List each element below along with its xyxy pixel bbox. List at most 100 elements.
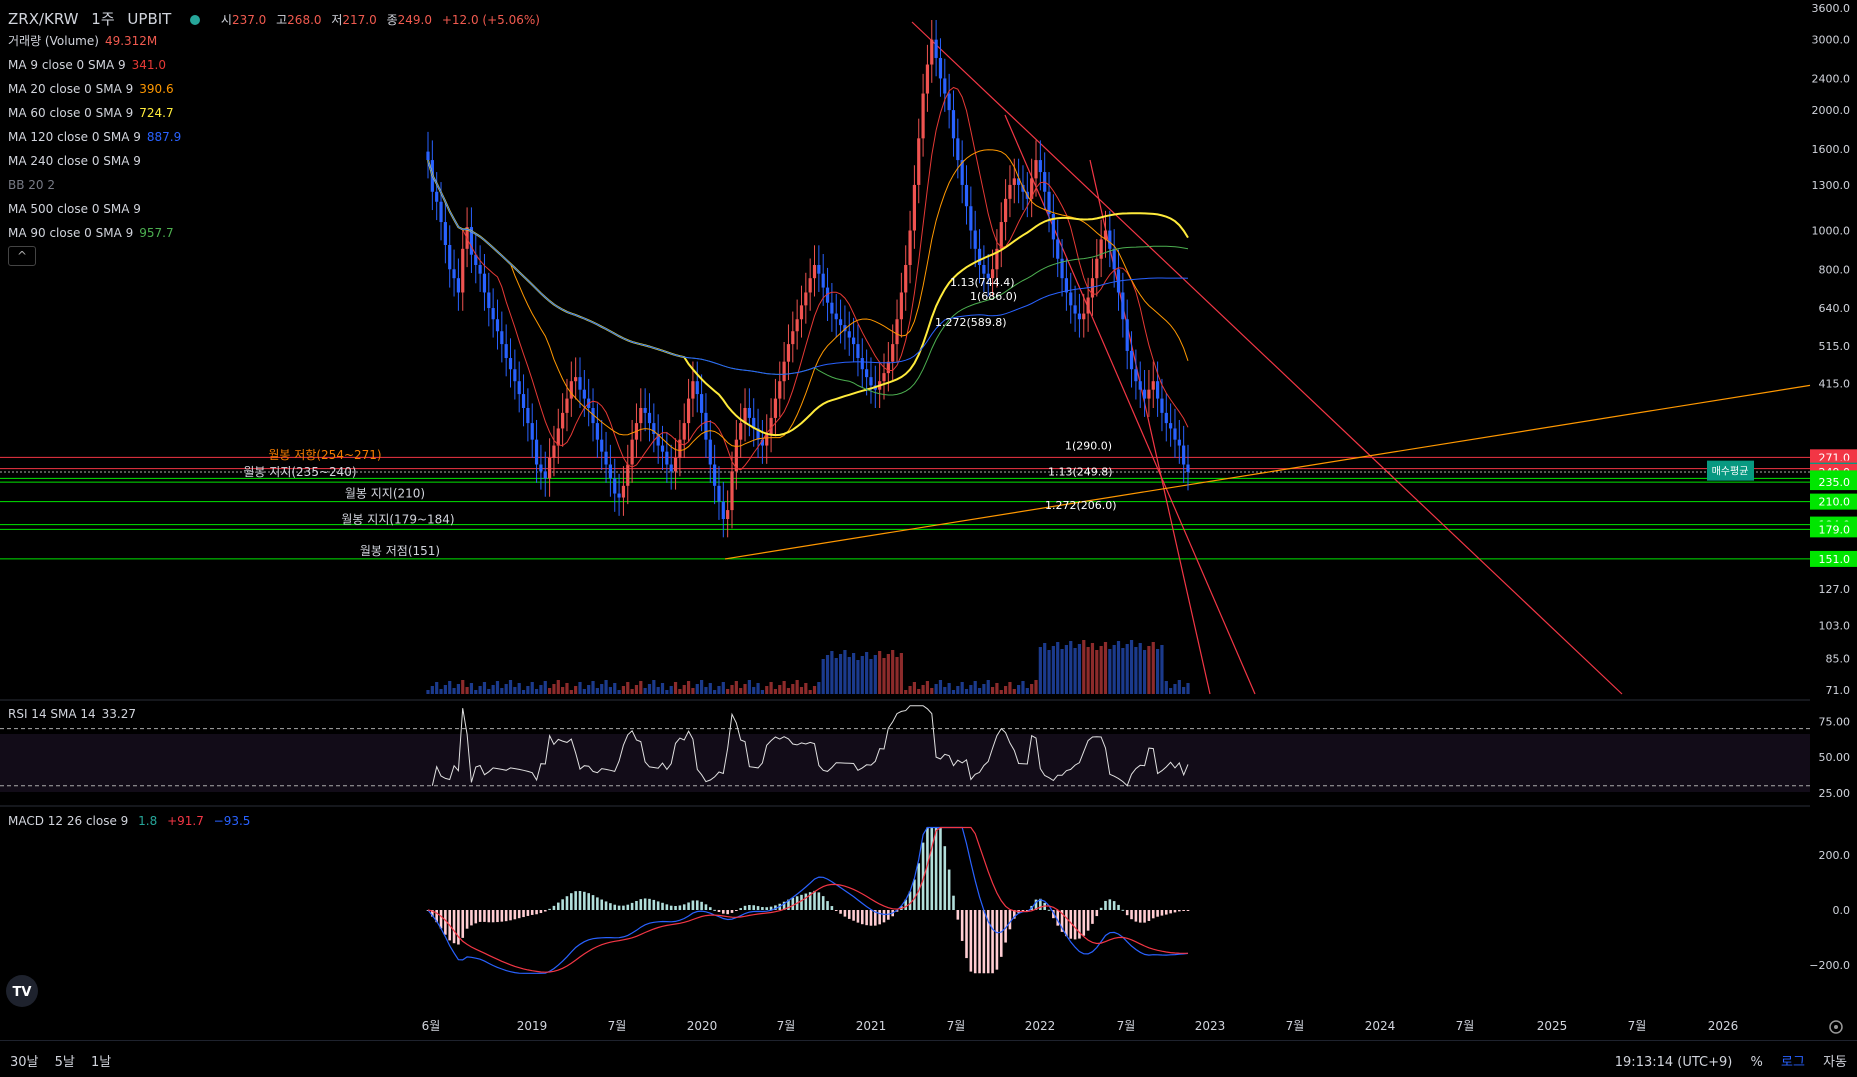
- candle-body: [821, 273, 825, 288]
- price-tick: 1000.0: [1812, 225, 1851, 238]
- candle-body: [626, 464, 630, 486]
- candle-body: [508, 358, 513, 370]
- macd-hist-bar: [487, 910, 491, 923]
- macd-hist-bar: [561, 899, 564, 910]
- rsi-legend[interactable]: RSI 14 SMA 14 33.27: [8, 707, 136, 721]
- candle-body: [534, 439, 539, 465]
- candle-body: [704, 412, 708, 440]
- candle-body: [938, 57, 943, 79]
- auto-toggle[interactable]: 자동: [1823, 1055, 1847, 1070]
- candle-body: [973, 230, 977, 249]
- volume-bar: [530, 682, 534, 694]
- candle-body: [617, 493, 621, 498]
- candle-body: [778, 381, 782, 399]
- candle-body: [521, 394, 526, 408]
- volume-bar: [548, 688, 552, 694]
- macd-hist-bar: [839, 910, 842, 914]
- price-tick: 2000.0: [1812, 104, 1851, 117]
- price-tick: 1300.0: [1812, 179, 1851, 192]
- volume-bar: [1012, 689, 1016, 694]
- macd-hist-bar: [860, 910, 864, 925]
- macd-hist-bar: [1095, 910, 1099, 917]
- legend-item[interactable]: MA 9 close 0 SMA 9 341.0: [8, 58, 166, 72]
- legend-item[interactable]: MA 500 close 0 SMA 9: [8, 202, 141, 216]
- volume-bar: [925, 681, 930, 694]
- macd-hist-bar: [578, 891, 582, 910]
- macd-hist-bar: [483, 910, 486, 922]
- macd-hist-bar: [478, 910, 482, 922]
- level-label: 월봉 지지(210): [345, 487, 425, 501]
- legend-item[interactable]: 거래량 (Volume) 49.312M: [8, 34, 157, 48]
- volume-bar: [656, 687, 660, 694]
- fib-label: 1(686.0): [970, 290, 1017, 303]
- volume-bar: [1095, 650, 1099, 694]
- range-1d[interactable]: 1날: [91, 1055, 111, 1070]
- volume-bar: [986, 680, 990, 694]
- candle-body: [647, 412, 652, 424]
- legend-item[interactable]: MA 120 close 0 SMA 9 887.9: [8, 130, 181, 144]
- legend-item[interactable]: MA 240 close 0 SMA 9: [8, 154, 141, 168]
- volume-bar: [1060, 649, 1064, 694]
- volume-bar: [526, 686, 530, 694]
- candle-body: [1156, 381, 1160, 399]
- macd-hist-bar: [457, 910, 460, 945]
- macd-hist-bar: [491, 910, 495, 923]
- macd-hist-bar: [1134, 910, 1138, 922]
- ohlc-values: 시237.0 고268.0 저217.0 종249.0 +12.0 (+5.06…: [220, 13, 540, 27]
- candle-body: [435, 191, 439, 202]
- macd-hist-bar: [552, 905, 556, 910]
- volume-bar: [1073, 648, 1077, 694]
- volume-bar: [1134, 647, 1138, 694]
- volume-bar: [973, 681, 977, 694]
- macd-hist-bar: [1091, 910, 1094, 924]
- volume-bar: [951, 690, 956, 694]
- legend-item[interactable]: MA 90 close 0 SMA 9 957.7: [8, 226, 174, 240]
- candle-body: [1012, 178, 1016, 185]
- candle-body: [747, 407, 751, 418]
- volume-bar: [882, 658, 886, 694]
- volume-bar: [426, 690, 430, 694]
- candle-body: [977, 248, 982, 265]
- volume-bar: [769, 682, 773, 694]
- legend-item[interactable]: MA 60 close 0 SMA 9 724.7: [8, 106, 174, 120]
- macd-hist-bar: [973, 910, 977, 974]
- tradingview-logo[interactable]: TV: [6, 975, 38, 1007]
- volume-bar: [734, 681, 738, 694]
- price-chart[interactable]: 월봉 저항(254~271) 월봉 지지(235~240) 월봉 지지(210) 월봉…: [0, 0, 1857, 1040]
- macd-hist-bar: [656, 901, 660, 910]
- bottom-toolbar: 30날 5날 1날 19:13:14 (UTC+9) % 로그 자동: [0, 1040, 1857, 1077]
- macd-hist-bar: [813, 890, 816, 910]
- macd-hist-bar: [743, 905, 747, 910]
- macd-hist-bar: [1099, 907, 1103, 910]
- candle-body: [886, 361, 890, 374]
- macd-hist-bar: [691, 900, 695, 910]
- volume-bar: [969, 685, 973, 694]
- interval[interactable]: 1주: [91, 10, 114, 28]
- range-5d[interactable]: 5날: [55, 1055, 75, 1070]
- collapse-legend-button[interactable]: ^: [8, 246, 36, 266]
- macd-hist-bar: [821, 896, 825, 910]
- macd-hist-bar: [617, 905, 621, 910]
- macd-hist-bar: [539, 910, 543, 914]
- candle-body: [834, 313, 838, 320]
- candle-body: [574, 377, 578, 382]
- legend-item[interactable]: BB 20 2: [8, 178, 55, 192]
- range-30d[interactable]: 30날: [10, 1055, 39, 1070]
- macd-legend[interactable]: MACD 12 26 close 9 1.8 +91.7 −93.5: [8, 814, 250, 828]
- macd-hist-bar: [752, 905, 756, 910]
- legend-item[interactable]: MA 20 close 0 SMA 9 390.6: [8, 82, 174, 96]
- buy-average-label: 매수평균: [1712, 466, 1749, 478]
- symbol-name[interactable]: ZRX/KRW: [8, 10, 79, 28]
- volume-bar: [856, 660, 860, 694]
- macd-hist-bar: [713, 909, 716, 911]
- candle-body: [448, 244, 452, 270]
- candle-body: [999, 222, 1003, 249]
- volume-bar: [947, 683, 951, 694]
- macd-hist-bar: [847, 910, 851, 919]
- percent-toggle[interactable]: %: [1751, 1055, 1763, 1070]
- log-toggle[interactable]: 로그: [1781, 1055, 1805, 1070]
- volume-bar: [1108, 649, 1112, 694]
- time-tick: 2019: [517, 1019, 548, 1033]
- candle-body: [1160, 398, 1164, 413]
- price-tick: 3600.0: [1812, 2, 1851, 15]
